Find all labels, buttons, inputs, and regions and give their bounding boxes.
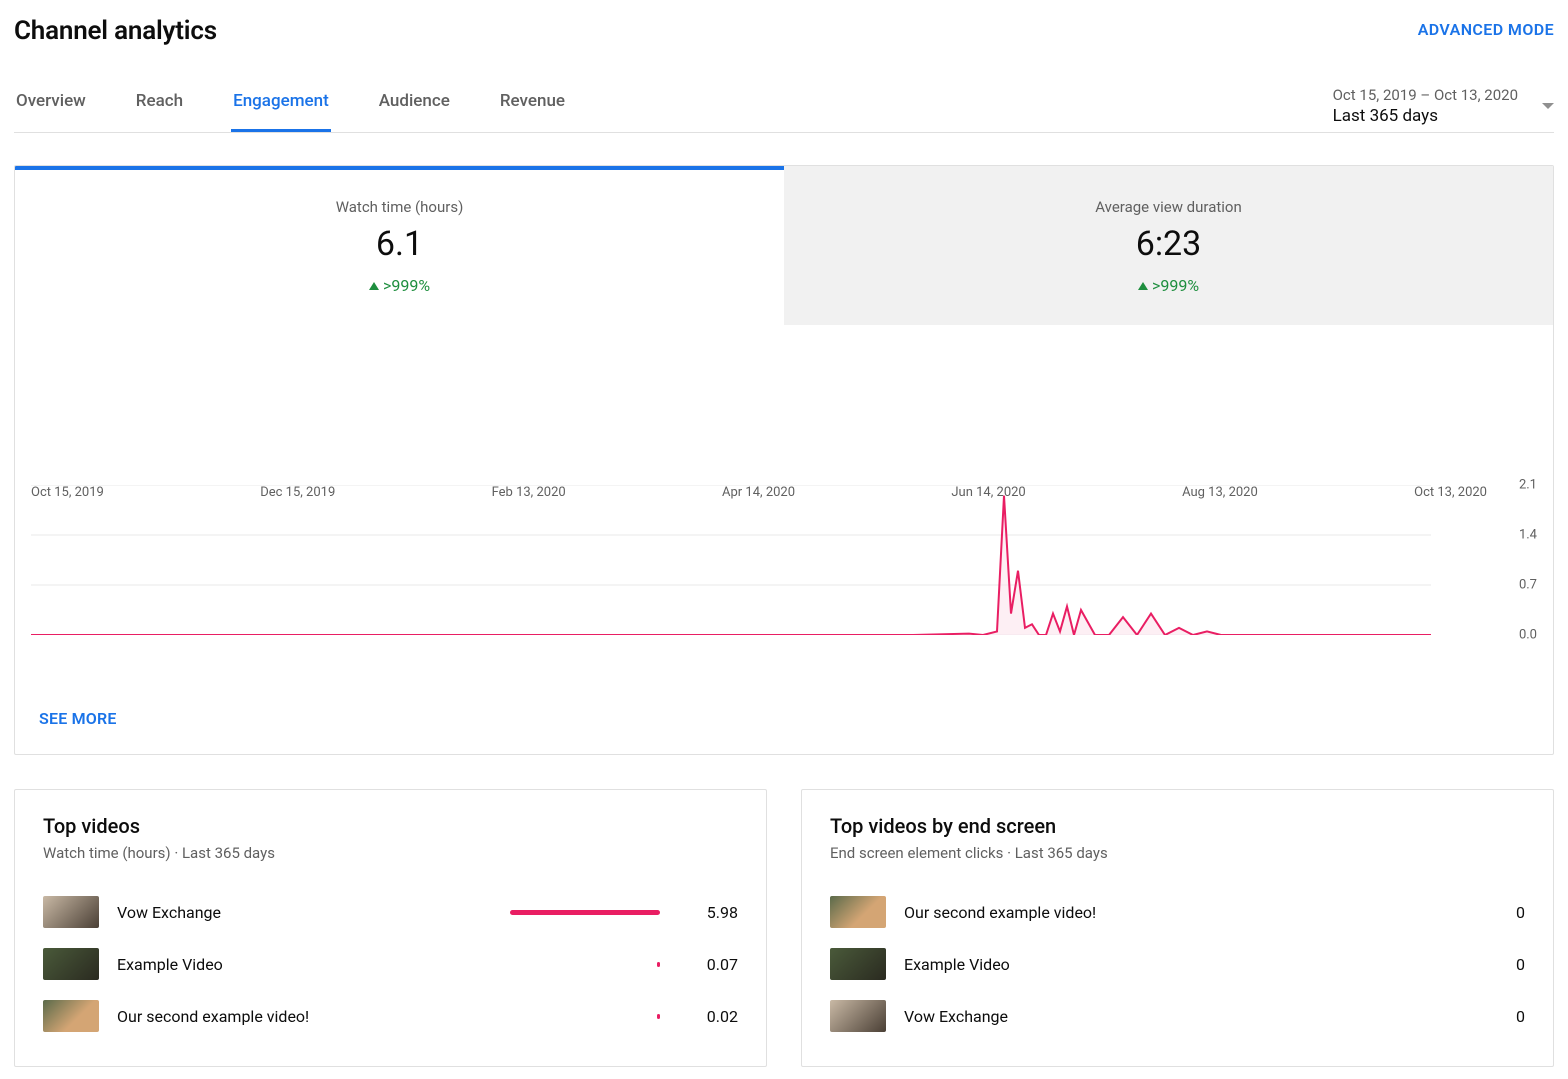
tabs-bar: Overview Reach Engagement Audience Revenue O… [14,58,1554,133]
see-more-button[interactable]: SEE MORE [15,685,1553,754]
video-row[interactable]: Example Video 0 [830,938,1525,990]
video-row[interactable]: Vow Exchange 0 [830,990,1525,1042]
card-title: Top videos [43,814,738,838]
metric-change: >999% [794,276,1543,295]
video-row[interactable]: Vow Exchange 5.98 [43,886,738,938]
video-title: Vow Exchange [904,1007,1447,1026]
video-thumbnail [830,1000,886,1032]
bar-wrap [480,910,660,915]
arrow-up-icon [1138,282,1148,290]
tab-engagement[interactable]: Engagement [231,91,331,132]
chart-y-axis: 2.11.40.70.0 [1487,485,1537,635]
y-tick: 0.7 [1519,578,1537,593]
time-series-chart[interactable]: 2.11.40.70.0 Oct 15, 2019Dec 15, 2019Feb… [31,485,1537,685]
video-thumbnail [43,948,99,980]
metric-label: Average view duration [794,198,1543,216]
tabs: Overview Reach Engagement Audience Revenue [14,91,567,132]
metric-value: 6:23 [794,224,1543,264]
y-tick: 2.1 [1519,478,1537,493]
tab-audience[interactable]: Audience [377,91,452,132]
video-value: 5.98 [678,903,738,922]
metric-value: 6.1 [25,224,774,264]
bottom-cards: Top videos Watch time (hours) · Last 365… [14,789,1554,1067]
video-value: 0.07 [678,955,738,974]
video-value: 0 [1465,1007,1525,1026]
video-title: Our second example video! [117,1007,462,1026]
metric-tab-0[interactable]: Watch time (hours) 6.1 >999% [15,166,784,325]
bar-wrap [480,962,660,967]
page-title: Channel analytics [14,16,217,46]
y-tick: 1.4 [1519,528,1537,543]
video-row[interactable]: Our second example video! 0 [830,886,1525,938]
bar [510,910,660,915]
bar [657,962,660,967]
top-end-screen-card: Top videos by end screen End screen elem… [801,789,1554,1067]
video-title: Example Video [117,955,462,974]
tab-revenue[interactable]: Revenue [498,91,567,132]
video-title: Vow Exchange [117,903,462,922]
top-videos-card: Top videos Watch time (hours) · Last 365… [14,789,767,1067]
tab-overview[interactable]: Overview [14,91,88,132]
card-subtitle: End screen element clicks · Last 365 day… [830,844,1525,862]
bar-wrap [480,1014,660,1019]
metric-change: >999% [25,276,774,295]
bar [657,1014,660,1019]
date-range-label: Last 365 days [1333,106,1518,126]
video-thumbnail [43,896,99,928]
engagement-chart-card: Watch time (hours)6.1>999%Average view d… [14,165,1554,755]
video-thumbnail [830,948,886,980]
advanced-mode-button[interactable]: ADVANCED MODE [1418,16,1554,39]
y-tick: 0.0 [1519,628,1537,643]
video-thumbnail [830,896,886,928]
video-value: 0 [1465,955,1525,974]
header: Channel analytics ADVANCED MODE [14,12,1554,58]
video-title: Our second example video! [904,903,1447,922]
video-value: 0.02 [678,1007,738,1026]
chevron-down-icon [1542,103,1554,109]
video-title: Example Video [904,955,1447,974]
video-value: 0 [1465,903,1525,922]
video-thumbnail [43,1000,99,1032]
video-row[interactable]: Our second example video! 0.02 [43,990,738,1042]
tab-reach[interactable]: Reach [134,91,185,132]
metric-tab-1[interactable]: Average view duration 6:23 >999% [784,166,1553,325]
metric-tabs: Watch time (hours)6.1>999%Average view d… [15,166,1553,325]
video-row[interactable]: Example Video 0.07 [43,938,738,990]
date-range-picker[interactable]: Oct 15, 2019 – Oct 13, 2020 Last 365 day… [1333,86,1554,132]
card-subtitle: Watch time (hours) · Last 365 days [43,844,738,862]
card-title: Top videos by end screen [830,814,1525,838]
metric-label: Watch time (hours) [25,198,774,216]
arrow-up-icon [369,282,379,290]
date-range-text: Oct 15, 2019 – Oct 13, 2020 [1333,86,1518,104]
